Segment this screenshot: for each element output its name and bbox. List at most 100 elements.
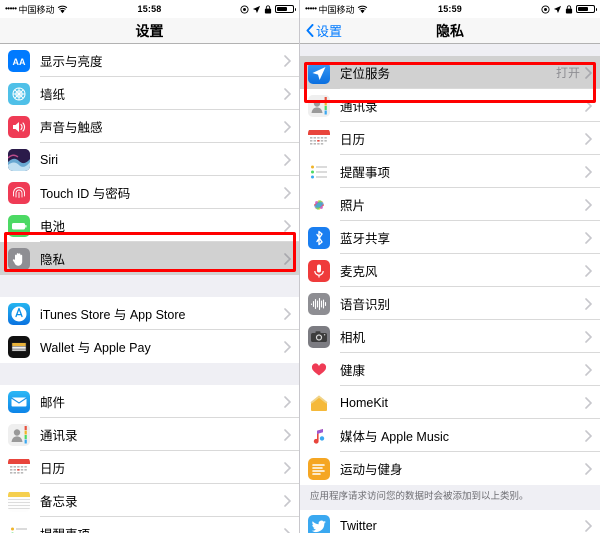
chevron-right-icon <box>585 462 592 475</box>
chevron-right-icon <box>585 396 592 409</box>
sidebar-item-mail[interactable]: 邮件 <box>0 385 299 418</box>
chevron-right-icon <box>284 527 291 533</box>
mail-icon <box>8 390 30 413</box>
list-item-label: 提醒事项 <box>340 166 391 180</box>
sidebar-item-wallet-applepay[interactable]: Wallet 与 Apple Pay <box>0 330 299 363</box>
list-item-microphone[interactable]: 麦克风 <box>300 254 600 287</box>
status-bar-left: ••••• 中国移动 15:58 <box>0 0 299 18</box>
sounds-haptics-icon <box>8 115 30 138</box>
chevron-right-icon <box>284 219 291 232</box>
wallet-applepay-icon <box>8 335 30 358</box>
reminders-icon <box>8 522 30 533</box>
sidebar-item-reminders[interactable]: 提醒事项 <box>0 517 299 533</box>
calendar-icon <box>8 456 30 479</box>
wallpaper-icon <box>8 82 30 105</box>
chevron-right-icon <box>585 520 592 533</box>
sidebar-item-notes[interactable]: 备忘录 <box>0 484 299 517</box>
camera-icon <box>308 325 330 348</box>
sidebar-item-label: 隐私 <box>40 253 66 267</box>
group-spacer <box>300 44 600 56</box>
photos-icon <box>308 193 330 216</box>
list-item-label: 日历 <box>340 133 366 147</box>
sidebar-item-label: Wallet 与 Apple Pay <box>40 341 151 355</box>
list-item-label: 通讯录 <box>340 100 378 114</box>
chevron-right-icon <box>284 461 291 474</box>
settings-group-1: AA 显示与亮度 墙纸 声音与触感 Siri Touch ID 与密码 电池 隐… <box>0 44 299 275</box>
sidebar-item-display-brightness[interactable]: AA 显示与亮度 <box>0 44 299 77</box>
privacy-apps-group: Twitter <box>300 509 600 533</box>
dual-phone-screenshot: ••••• 中国移动 15:58 设置 AA 显示与亮度 墙纸 声音与触感 Si… <box>0 0 600 533</box>
chevron-right-icon <box>585 99 592 112</box>
notes-icon <box>8 489 30 512</box>
sidebar-item-label: 显示与亮度 <box>40 55 103 69</box>
list-item-label: 蓝牙共享 <box>340 232 391 246</box>
list-item-value: 打开 <box>555 66 580 80</box>
chevron-right-icon <box>585 429 592 442</box>
siri-icon <box>8 148 30 171</box>
list-item-bluetooth-sharing[interactable]: 蓝牙共享 <box>300 221 600 254</box>
bluetooth-icon <box>308 226 330 249</box>
sidebar-item-calendar[interactable]: 日历 <box>0 451 299 484</box>
sidebar-item-label: 备忘录 <box>40 495 78 509</box>
list-item-speech-recognition[interactable]: 语音识别 <box>300 287 600 320</box>
sidebar-item-label: 日历 <box>40 462 66 476</box>
rotation-lock-icon <box>264 4 272 14</box>
chevron-right-icon <box>284 186 291 199</box>
list-item-twitter[interactable]: Twitter <box>300 509 600 533</box>
list-item-media-apple-music[interactable]: 媒体与 Apple Music <box>300 419 600 452</box>
list-item-label: 健康 <box>340 364 366 378</box>
touchid-passcode-icon <box>8 181 30 204</box>
list-item-label: 媒体与 Apple Music <box>340 430 450 444</box>
back-button[interactable]: 设置 <box>300 21 342 40</box>
list-item-motion-fitness[interactable]: 运动与健身 <box>300 452 600 485</box>
sidebar-item-siri[interactable]: Siri <box>0 143 299 176</box>
sidebar-item-touchid-passcode[interactable]: Touch ID 与密码 <box>0 176 299 209</box>
list-item-reminders[interactable]: 提醒事项 <box>300 155 600 188</box>
page-title: 隐私 <box>436 22 464 39</box>
list-item-calendar[interactable]: 日历 <box>300 122 600 155</box>
display-brightness-icon: AA <box>8 49 30 72</box>
homekit-icon <box>308 391 330 414</box>
chevron-right-icon <box>585 66 592 79</box>
privacy-list[interactable]: 定位服务 打开 通讯录 日历 提醒事项 照片 蓝牙共享 麦克风 语音识别 相机 … <box>300 44 600 533</box>
sidebar-item-sounds-haptics[interactable]: 声音与触感 <box>0 110 299 143</box>
list-item-health[interactable]: 健康 <box>300 353 600 386</box>
list-item-label: 麦克风 <box>340 265 378 279</box>
chevron-right-icon <box>284 54 291 67</box>
list-item-label: 定位服务 <box>340 67 391 81</box>
list-item-contacts[interactable]: 通讯录 <box>300 89 600 122</box>
chevron-right-icon <box>284 307 291 320</box>
sidebar-item-contacts[interactable]: 通讯录 <box>0 418 299 451</box>
sidebar-item-battery[interactable]: 电池 <box>0 209 299 242</box>
location-services-icon <box>308 61 330 84</box>
chevron-right-icon <box>284 395 291 408</box>
privacy-screen: ••••• 中国移动 15:59 设置 隐私 定位服务 打开 通讯录 日历 提醒… <box>300 0 600 533</box>
chevron-right-icon <box>585 264 592 277</box>
contacts-icon <box>308 94 330 117</box>
status-bar-right-cluster <box>240 4 296 14</box>
battery-icon <box>576 5 597 13</box>
location-arrow-icon <box>252 5 261 14</box>
sidebar-item-privacy[interactable]: 隐私 <box>0 242 299 275</box>
sidebar-item-itunes-appstore[interactable]: iTunes Store 与 App Store <box>0 297 299 330</box>
sidebar-item-label: iTunes Store 与 App Store <box>40 308 186 322</box>
twitter-icon <box>308 515 330 533</box>
sidebar-item-label: 提醒事项 <box>40 524 279 533</box>
group-spacer <box>0 275 299 297</box>
settings-group-2: iTunes Store 与 App Store Wallet 与 Apple … <box>0 297 299 363</box>
privacy-hand-icon <box>8 247 30 270</box>
list-item-photos[interactable]: 照片 <box>300 188 600 221</box>
calendar-icon <box>308 127 330 150</box>
sidebar-item-wallpaper[interactable]: 墙纸 <box>0 77 299 110</box>
list-item-label: HomeKit <box>340 395 388 410</box>
sidebar-item-label: 墙纸 <box>40 88 66 102</box>
list-item-location-services[interactable]: 定位服务 打开 <box>300 56 600 89</box>
list-item-homekit[interactable]: HomeKit <box>300 386 600 419</box>
navigation-bar-right: 设置 隐私 <box>300 18 600 44</box>
list-item-label: 相机 <box>340 331 366 345</box>
list-item-camera[interactable]: 相机 <box>300 320 600 353</box>
settings-list[interactable]: AA 显示与亮度 墙纸 声音与触感 Siri Touch ID 与密码 电池 隐… <box>0 44 299 533</box>
sidebar-item-label: Siri <box>40 152 59 167</box>
alarm-icon <box>240 4 249 14</box>
chevron-right-icon <box>284 340 291 353</box>
